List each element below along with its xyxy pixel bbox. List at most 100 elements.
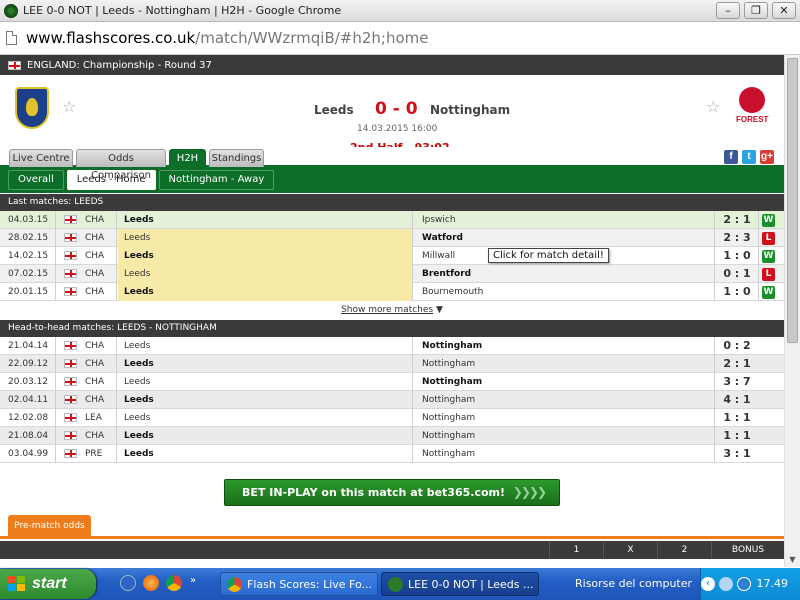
chrome-icon[interactable] [166, 575, 182, 591]
minimize-button[interactable]: – [716, 2, 740, 19]
match-score: 3 : 1 [723, 447, 751, 460]
home-team[interactable]: Leeds [118, 265, 412, 283]
scroll-down-arrow-icon[interactable]: ▼ [787, 554, 798, 565]
home-team[interactable]: Leeds [118, 409, 412, 427]
taskbar-item-computer[interactable]: Risorse del computer [545, 572, 695, 596]
home-team[interactable]: Leeds [118, 391, 412, 409]
url-text[interactable]: www.flashscores.co.uk/match/WWzrmqiB/#h2… [26, 29, 429, 47]
table-row[interactable]: 20.01.15 CHA Leeds Bournemouth 1 : 0 W [0, 283, 784, 301]
home-crest-icon[interactable] [15, 87, 49, 129]
column-divider [412, 337, 413, 355]
google-plus-icon[interactable]: g+ [760, 150, 774, 164]
home-team[interactable]: Leeds [118, 427, 412, 445]
column-divider [412, 265, 413, 283]
column-divider [55, 283, 56, 301]
tab-live-centre[interactable]: Live Centre [9, 149, 73, 167]
home-team[interactable]: Leeds [118, 337, 412, 355]
match-date: 21.08.04 [8, 431, 49, 441]
twitter-icon[interactable]: t [742, 150, 756, 164]
firefox-icon[interactable] [143, 575, 159, 591]
table-row[interactable]: 04.03.15 CHA Leeds Ipswich 2 : 1 W [0, 211, 784, 229]
favorite-away-star-icon[interactable]: ☆ [706, 97, 720, 116]
table-row[interactable]: 21.08.04 CHA Leeds Nottingham 1 : 1 [0, 427, 784, 445]
away-team[interactable]: Nottingham [416, 427, 712, 445]
table-row[interactable]: 07.02.15 CHA Leeds Brentford 0 : 1 L [0, 265, 784, 283]
column-divider [412, 211, 413, 229]
home-team[interactable]: Leeds [118, 355, 412, 373]
page-scrollbar[interactable]: ▼ [784, 55, 800, 567]
column-divider [55, 355, 56, 373]
maximize-button[interactable]: ❐ [744, 2, 768, 19]
competition-code: CHA [85, 287, 105, 297]
home-team[interactable]: Leeds [118, 229, 412, 247]
away-team[interactable]: Nottingham [416, 445, 712, 463]
home-team[interactable]: Leeds [118, 373, 412, 391]
home-team[interactable]: Leeds [118, 211, 412, 229]
bet-banner-text[interactable]: BET IN-PLAY on this match at bet365.com! [242, 486, 505, 499]
bet365-banner[interactable]: BET IN-PLAY on this match at bet365.com!… [224, 479, 560, 506]
home-team[interactable]: Leeds [118, 445, 412, 463]
close-button[interactable]: ✕ [772, 2, 796, 19]
result-badge: W [762, 250, 775, 263]
away-team[interactable]: Ipswich [416, 211, 712, 229]
away-team-name[interactable]: Nottingham [430, 103, 510, 117]
table-row[interactable]: 03.04.99 PRE Leeds Nottingham 3 : 1 [0, 445, 784, 463]
address-bar[interactable]: www.flashscores.co.uk/match/WWzrmqiB/#h2… [0, 22, 800, 55]
column-divider [714, 427, 715, 445]
away-team[interactable]: Nottingham [416, 391, 712, 409]
table-row[interactable]: 02.04.11 CHA Leeds Nottingham 4 : 1 [0, 391, 784, 409]
subtab-nottingham-away[interactable]: Nottingham - Away [158, 170, 275, 190]
table-row[interactable]: 22.09.12 CHA Leeds Nottingham 2 : 1 [0, 355, 784, 373]
scrollbar-thumb[interactable] [787, 58, 798, 343]
away-team[interactable]: Nottingham [416, 355, 712, 373]
table-row[interactable]: 20.03.12 CHA Leeds Nottingham 3 : 7 [0, 373, 784, 391]
away-team[interactable]: Nottingham [416, 409, 712, 427]
start-button[interactable]: start [0, 569, 96, 599]
match-date: 22.09.12 [8, 359, 49, 369]
tab-pre-match-odds[interactable]: Pre-match odds [8, 515, 91, 537]
tab-standings[interactable]: Standings [209, 149, 264, 167]
england-flag-icon [8, 60, 21, 70]
favorite-home-star-icon[interactable]: ☆ [62, 97, 76, 116]
column-divider [714, 337, 715, 355]
away-team[interactable]: Nottingham [416, 373, 712, 391]
home-team-name[interactable]: Leeds [314, 103, 354, 117]
subtab-overall[interactable]: Overall [8, 170, 64, 190]
taskbar-item-leeds-match[interactable]: LEE 0-0 NOT | Leeds ... [381, 572, 539, 596]
away-team[interactable]: Nottingham [416, 337, 712, 355]
column-divider [714, 355, 715, 373]
table-row[interactable]: 28.02.15 CHA Leeds Watford 2 : 3 L [0, 229, 784, 247]
match-score: 1 : 1 [723, 429, 751, 442]
tray-back-arrow-icon[interactable]: ‹ [701, 577, 715, 591]
caret-down-icon[interactable]: ▼ [436, 305, 443, 315]
away-team[interactable]: Bournemouth [416, 283, 712, 301]
update-icon[interactable] [737, 577, 751, 591]
column-divider [116, 355, 117, 373]
tab-odds-comparison[interactable]: Odds Comparison [76, 149, 166, 181]
competition-code: CHA [85, 215, 105, 225]
column-divider [116, 427, 117, 445]
facebook-icon[interactable]: f [724, 150, 738, 164]
last-matches-table: 04.03.15 CHA Leeds Ipswich 2 : 1 W 28.02.15 CHA… [0, 211, 784, 301]
table-row[interactable]: 21.04.14 CHA Leeds Nottingham 0 : 2 [0, 337, 784, 355]
away-crest-icon[interactable]: FOREST [736, 87, 768, 131]
match-datetime: 14.03.2015 16:00 [357, 124, 438, 134]
home-team[interactable]: Leeds [118, 283, 412, 301]
start-label[interactable]: start [32, 575, 67, 592]
england-flag-icon [64, 283, 77, 301]
quicklaunch-more-icon[interactable]: » [190, 575, 196, 586]
away-team[interactable]: Watford [416, 229, 712, 247]
show-more-matches[interactable]: Show more matches ▼ [0, 301, 784, 319]
table-row[interactable]: 14.02.15 CHA Leeds Millwall 1 : 0W [0, 247, 784, 265]
competition-code: LEA [85, 413, 102, 423]
tab-h2h[interactable]: H2H [169, 149, 206, 167]
away-team[interactable]: Brentford [416, 265, 712, 283]
network-icon[interactable] [719, 577, 733, 591]
table-row[interactable]: 12.02.08 LEA Leeds Nottingham 1 : 1 [0, 409, 784, 427]
taskbar-item-flash-scores[interactable]: Flash Scores: Live Fo... [220, 572, 378, 596]
home-team[interactable]: Leeds [118, 247, 412, 265]
show-desktop-icon[interactable] [120, 575, 136, 591]
match-date: 04.03.15 [8, 215, 49, 225]
match-date: 02.04.11 [8, 395, 49, 405]
show-more-label[interactable]: Show more matches [341, 305, 433, 315]
